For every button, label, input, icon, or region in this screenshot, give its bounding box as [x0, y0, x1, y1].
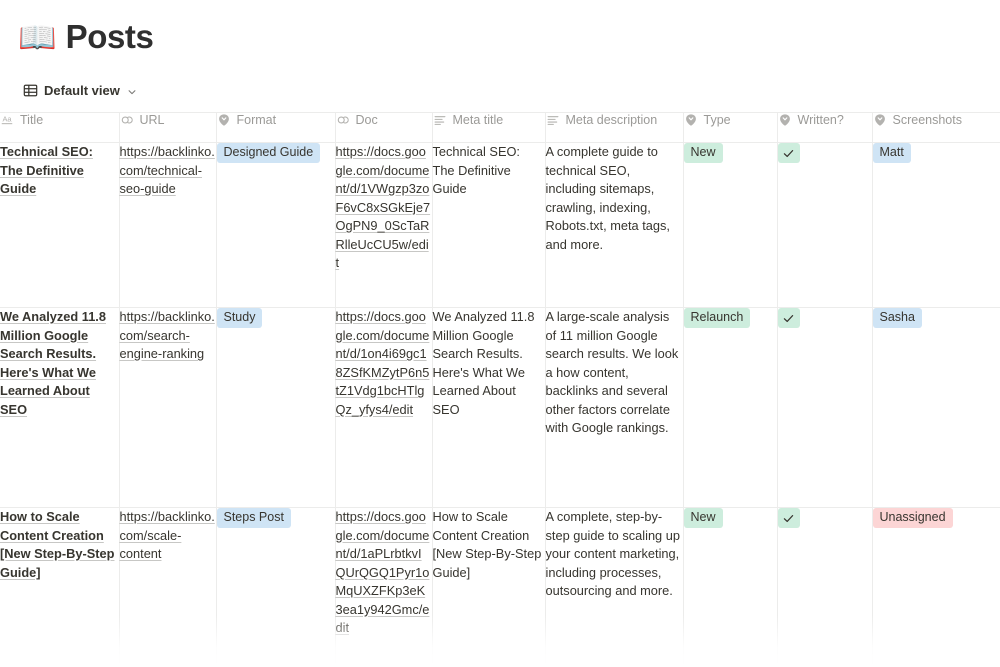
cell-type[interactable]: Relaunch	[683, 307, 778, 508]
link-icon	[336, 113, 350, 127]
table-row[interactable]: Technical SEO: The Definitive Guide http…	[0, 142, 1000, 308]
row-title-link[interactable]: We Analyzed 11.8 Million Google Search R…	[0, 309, 106, 417]
format-tag[interactable]: Steps Post	[216, 508, 291, 528]
cell-written[interactable]	[777, 142, 873, 308]
select-icon	[778, 113, 792, 127]
cell-title[interactable]: Technical SEO: The Definitive Guide	[0, 142, 120, 308]
meta-description-text: A complete guide to technical SEO, inclu…	[545, 144, 670, 252]
cell-title[interactable]: How to Scale Content Creation [New Step-…	[0, 507, 120, 667]
table-header: Aa Title URL Format Doc Meta title Meta …	[0, 112, 1000, 143]
meta-description-text: A large-scale analysis of 11 million Goo…	[545, 309, 679, 435]
link-icon	[120, 113, 134, 127]
page-title-text: Posts	[65, 18, 154, 56]
table-row[interactable]: We Analyzed 11.8 Million Google Search R…	[0, 307, 1000, 508]
select-icon	[684, 113, 698, 127]
default-view-button[interactable]: Default view	[19, 80, 141, 101]
meta-title-text: How to Scale Content Creation [New Step-…	[432, 509, 542, 580]
column-header-title[interactable]: Aa Title	[0, 112, 120, 143]
format-tag[interactable]: Study	[216, 308, 263, 328]
cell-url[interactable]: https://backlinko.com/scale-content	[119, 507, 217, 667]
select-icon	[873, 113, 887, 127]
select-icon	[217, 113, 231, 127]
type-tag[interactable]: New	[683, 143, 723, 163]
screenshots-tag[interactable]: Unassigned	[872, 508, 953, 528]
column-header-label: Format	[236, 113, 277, 127]
row-title-link[interactable]: How to Scale Content Creation [New Step-…	[0, 509, 114, 580]
row-url-link[interactable]: https://backlinko.com/technical-seo-guid…	[120, 144, 215, 196]
cell-type[interactable]: New	[683, 142, 778, 308]
chevron-down-icon	[127, 85, 137, 95]
column-header-label: Written?	[797, 113, 844, 127]
cell-meta-title[interactable]: Technical SEO: The Definitive Guide	[432, 142, 546, 308]
checkmark-icon[interactable]	[777, 143, 800, 163]
checkmark-icon[interactable]	[777, 308, 800, 328]
row-doc-link[interactable]: https://docs.google.com/document/d/1aPLr…	[336, 509, 430, 635]
type-tag[interactable]: New	[683, 508, 723, 528]
cell-meta-description[interactable]: A large-scale analysis of 11 million Goo…	[545, 307, 684, 508]
cell-type[interactable]: New	[683, 507, 778, 667]
column-header-format[interactable]: Format	[216, 112, 336, 143]
column-header-meta-title[interactable]: Meta title	[432, 112, 546, 143]
open-book-emoji: 📖	[18, 20, 57, 55]
screenshots-tag[interactable]: Matt	[872, 143, 911, 163]
grid-table-icon	[23, 83, 38, 98]
row-doc-link[interactable]: https://docs.google.com/document/d/1on4i…	[336, 309, 430, 417]
cell-doc[interactable]: https://docs.google.com/document/d/1on4i…	[335, 307, 433, 508]
type-tag[interactable]: Relaunch	[683, 308, 751, 328]
column-header-label: Meta description	[565, 113, 658, 127]
column-header-url[interactable]: URL	[119, 112, 217, 143]
column-header-screenshots[interactable]: Screenshots	[872, 112, 1000, 143]
page-title: 📖 Posts	[0, 0, 1000, 62]
row-doc-link[interactable]: https://docs.google.com/document/d/1VWgz…	[336, 144, 431, 270]
table-body: Technical SEO: The Definitive Guide http…	[0, 142, 1000, 667]
screenshots-tag[interactable]: Sasha	[872, 308, 922, 328]
column-header-label: Doc	[355, 113, 378, 127]
meta-description-text: A complete, step-by-step guide to scalin…	[545, 509, 680, 598]
cell-format[interactable]: Steps Post	[216, 507, 336, 667]
view-toolbar: Default view	[0, 75, 1000, 105]
cell-url[interactable]: https://backlinko.com/search-engine-rank…	[119, 307, 217, 508]
row-title-link[interactable]: Technical SEO: The Definitive Guide	[0, 144, 93, 196]
meta-title-text: Technical SEO: The Definitive Guide	[432, 144, 521, 196]
text-lines-icon	[546, 113, 560, 127]
cell-title[interactable]: We Analyzed 11.8 Million Google Search R…	[0, 307, 120, 508]
database-table-container: Aa Title URL Format Doc Meta title Meta …	[0, 112, 1000, 667]
cell-written[interactable]	[777, 307, 873, 508]
cell-screenshots[interactable]: Sasha	[872, 307, 1000, 508]
row-url-link[interactable]: https://backlinko.com/search-engine-rank…	[120, 309, 215, 361]
cell-doc[interactable]: https://docs.google.com/document/d/1aPLr…	[335, 507, 433, 667]
text-aa-icon: Aa	[0, 113, 14, 127]
svg-text:Aa: Aa	[2, 114, 12, 123]
cell-written[interactable]	[777, 507, 873, 667]
notion-database-page: 📖 Posts Default view Aa Title URL Format…	[0, 0, 1000, 667]
meta-title-text: We Analyzed 11.8 Million Google Search R…	[432, 309, 535, 417]
cell-format[interactable]: Study	[216, 307, 336, 508]
cell-screenshots[interactable]: Unassigned	[872, 507, 1000, 667]
cell-doc[interactable]: https://docs.google.com/document/d/1VWgz…	[335, 142, 433, 308]
column-header-label: URL	[139, 113, 165, 127]
cell-format[interactable]: Designed Guide	[216, 142, 336, 308]
row-url-link[interactable]: https://backlinko.com/scale-content	[120, 509, 215, 561]
cell-meta-title[interactable]: We Analyzed 11.8 Million Google Search R…	[432, 307, 546, 508]
column-header-written[interactable]: Written?	[777, 112, 873, 143]
cell-meta-title[interactable]: How to Scale Content Creation [New Step-…	[432, 507, 546, 667]
column-header-label: Title	[20, 113, 44, 127]
cell-url[interactable]: https://backlinko.com/technical-seo-guid…	[119, 142, 217, 308]
column-header-label: Screenshots	[892, 113, 962, 127]
header-row: Aa Title URL Format Doc Meta title Meta …	[0, 112, 1000, 143]
column-header-meta-description[interactable]: Meta description	[545, 112, 684, 143]
database-table: Aa Title URL Format Doc Meta title Meta …	[0, 112, 1000, 667]
column-header-label: Type	[703, 113, 731, 127]
column-header-type[interactable]: Type	[683, 112, 778, 143]
column-header-label: Meta title	[452, 113, 504, 127]
checkmark-icon[interactable]	[777, 508, 800, 528]
cell-meta-description[interactable]: A complete guide to technical SEO, inclu…	[545, 142, 684, 308]
column-header-doc[interactable]: Doc	[335, 112, 433, 143]
text-lines-icon	[433, 113, 447, 127]
format-tag[interactable]: Designed Guide	[216, 143, 321, 163]
cell-meta-description[interactable]: A complete, step-by-step guide to scalin…	[545, 507, 684, 667]
default-view-label: Default view	[44, 82, 120, 98]
table-row[interactable]: How to Scale Content Creation [New Step-…	[0, 507, 1000, 667]
cell-screenshots[interactable]: Matt	[872, 142, 1000, 308]
